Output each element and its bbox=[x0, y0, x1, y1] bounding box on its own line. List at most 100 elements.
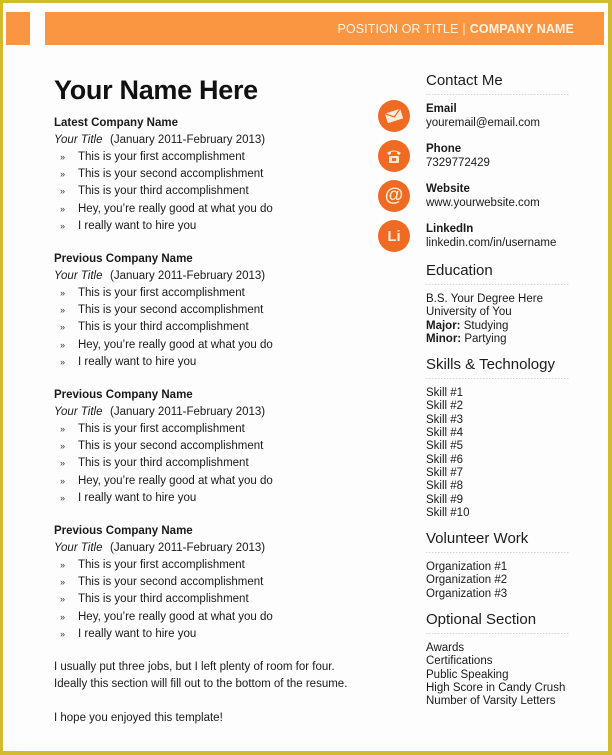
bullet-chevron-icon: » bbox=[60, 560, 66, 571]
job-entry: Previous Company Name Your Title (January … bbox=[54, 523, 374, 643]
contact-label: Phone bbox=[426, 143, 462, 155]
accomplishment-list: » This is your first accomplishment » This … bbox=[54, 149, 374, 235]
job-entry: Previous Company Name Your Title (January … bbox=[54, 387, 374, 507]
accomplishment-item: » Hey, you’re really good at what you do bbox=[54, 609, 374, 626]
volunteer-title: Volunteer Work bbox=[426, 530, 529, 548]
contact-title: Contact Me bbox=[426, 72, 503, 89]
section-divider bbox=[426, 94, 569, 95]
accomplishment-item: » This is your second accomplishment bbox=[54, 302, 374, 319]
job-company: Previous Company Name bbox=[54, 253, 193, 266]
education-title: Education bbox=[426, 262, 493, 279]
optional-title: Optional Section bbox=[426, 611, 537, 629]
volunteer-item: Organization #1 bbox=[426, 561, 508, 574]
accomplishment-item: » I really want to hire you bbox=[54, 218, 374, 235]
optional-section: Optional Section Awards Certifications Pub… bbox=[426, 610, 571, 708]
experience-column: Your Name Here Latest Company Name Your T… bbox=[54, 73, 374, 744]
contact-value[interactable]: 7329772429 bbox=[426, 156, 571, 170]
bullet-chevron-icon: » bbox=[60, 220, 66, 231]
bullet-chevron-icon: » bbox=[60, 424, 66, 435]
job-title: Your Title bbox=[54, 270, 103, 283]
volunteer-item: Organization #3 bbox=[426, 587, 508, 600]
job-dates: (January 2011-February 2013) bbox=[110, 134, 266, 146]
job-dates: (January 2011-February 2013) bbox=[110, 406, 266, 419]
skill-item: Skill #2 bbox=[426, 400, 464, 413]
skills-section: Skills & Technology Skill #1 Skill #2 Skil… bbox=[426, 355, 571, 520]
accomplishment-item: » This is your third accomplishment bbox=[54, 319, 374, 336]
skill-item: Skill #6 bbox=[426, 453, 464, 466]
jobs-list: Latest Company Name Your Title (January 20… bbox=[54, 115, 374, 643]
contact-label: Website bbox=[426, 183, 470, 195]
accomplishment-text: This is your second accomplishment bbox=[78, 304, 264, 317]
minor-label: Minor: bbox=[426, 332, 462, 345]
accomplishment-item: » This is your second accomplishment bbox=[54, 438, 374, 455]
major-label: Major: bbox=[426, 319, 461, 332]
section-divider bbox=[426, 378, 569, 380]
education-degree: B.S. Your Degree Here bbox=[426, 293, 543, 305]
bullet-chevron-icon: » bbox=[60, 203, 66, 214]
bullet-chevron-icon: » bbox=[60, 594, 66, 605]
accomplishment-item: » This is your third accomplishment bbox=[54, 183, 374, 200]
candidate-name: Your Name Here bbox=[54, 75, 258, 105]
accomplishment-text: I really want to hire you bbox=[78, 355, 197, 368]
optional-item: Public Speaking bbox=[426, 668, 509, 681]
bullet-chevron-icon: » bbox=[60, 152, 66, 162]
accomplishment-list: » This is your first accomplishment » This … bbox=[54, 285, 374, 371]
contact-value[interactable]: linkedin.com/in/username bbox=[426, 236, 571, 250]
header-position: POSITION OR TITLE bbox=[337, 21, 459, 36]
accomplishment-text: This is your first accomplishment bbox=[78, 423, 245, 436]
bullet-chevron-icon: » bbox=[60, 288, 66, 299]
job-title: Your Title bbox=[54, 406, 103, 419]
contact-label: LinkedIn bbox=[426, 223, 474, 235]
accomplishment-item: » This is your first accomplishment bbox=[54, 285, 374, 302]
job-entry: Latest Company Name Your Title (January 20… bbox=[54, 115, 374, 235]
accomplishment-text: This is your third accomplishment bbox=[78, 321, 249, 334]
linkedin-icon: Li bbox=[378, 220, 410, 252]
accomplishment-item: » This is your third accomplishment bbox=[54, 455, 374, 472]
skill-item: Skill #4 bbox=[426, 427, 464, 440]
accomplishment-text: Hey, you’re really good at what you do bbox=[78, 338, 273, 351]
accomplishment-item: » Hey, you’re really good at what you do bbox=[54, 473, 374, 490]
at-sign-icon: @ bbox=[378, 180, 410, 212]
skill-item: Skill #1 bbox=[426, 387, 464, 400]
accomplishment-text: Hey, you’re really good at what you do bbox=[78, 202, 273, 215]
accomplishment-item: » This is your third accomplishment bbox=[54, 591, 374, 608]
contact-phone: Phone 7329772429 bbox=[378, 140, 571, 183]
job-company: Latest Company Name bbox=[54, 117, 178, 129]
optional-item: Certifications bbox=[426, 655, 493, 668]
accomplishment-text: This is your first accomplishment bbox=[78, 151, 245, 163]
bullet-chevron-icon: » bbox=[60, 322, 66, 333]
envelope-icon bbox=[378, 100, 410, 132]
volunteer-section: Volunteer Work Organization #1 Organizati… bbox=[426, 529, 571, 601]
accomplishment-list: » This is your first accomplishment » This … bbox=[54, 557, 374, 643]
contact-linkedin: Li LinkedIn linkedin.com/in/username bbox=[378, 220, 571, 263]
minor-value: Partying bbox=[464, 332, 507, 345]
accomplishment-item: » Hey, you’re really good at what you do bbox=[54, 337, 374, 354]
skills-list: Skill #1 Skill #2 Skill #3 Skill #4 Skill #5… bbox=[426, 387, 571, 520]
contact-value[interactable]: www.yourwebsite.com bbox=[426, 196, 571, 210]
accomplishment-text: This is your third accomplishment bbox=[78, 593, 249, 606]
header-accent-block bbox=[6, 12, 30, 45]
skill-item: Skill #9 bbox=[426, 493, 464, 506]
job-company: Previous Company Name bbox=[54, 389, 193, 402]
accomplishment-text: I really want to hire you bbox=[78, 491, 197, 504]
skills-title: Skills & Technology bbox=[426, 356, 555, 374]
accomplishment-item: » Hey, you’re really good at what you do bbox=[54, 201, 374, 218]
accomplishment-text: This is your second accomplishment bbox=[78, 576, 264, 589]
skill-item: Skill #5 bbox=[426, 440, 464, 453]
accomplishment-text: This is your second accomplishment bbox=[78, 440, 264, 453]
bullet-chevron-icon: » bbox=[60, 475, 66, 486]
job-dates: (January 2011-February 2013) bbox=[110, 270, 266, 283]
accomplishment-text: This is your first accomplishment bbox=[78, 559, 245, 572]
section-divider bbox=[426, 633, 569, 635]
skill-item: Skill #8 bbox=[426, 480, 464, 493]
telephone-icon bbox=[378, 140, 410, 172]
accomplishment-text: This is your third accomplishment bbox=[78, 185, 249, 198]
bullet-chevron-icon: » bbox=[60, 458, 66, 469]
accomplishment-item: » This is your second accomplishment bbox=[54, 166, 374, 183]
contact-value[interactable]: youremail@email.com bbox=[426, 116, 571, 130]
contact-label: Email bbox=[426, 103, 457, 115]
accomplishment-item: » This is your second accomplishment bbox=[54, 574, 374, 591]
job-title: Your Title bbox=[54, 542, 103, 555]
contact-website: @ Website www.yourwebsite.com bbox=[378, 180, 571, 223]
volunteer-item: Organization #2 bbox=[426, 574, 508, 587]
